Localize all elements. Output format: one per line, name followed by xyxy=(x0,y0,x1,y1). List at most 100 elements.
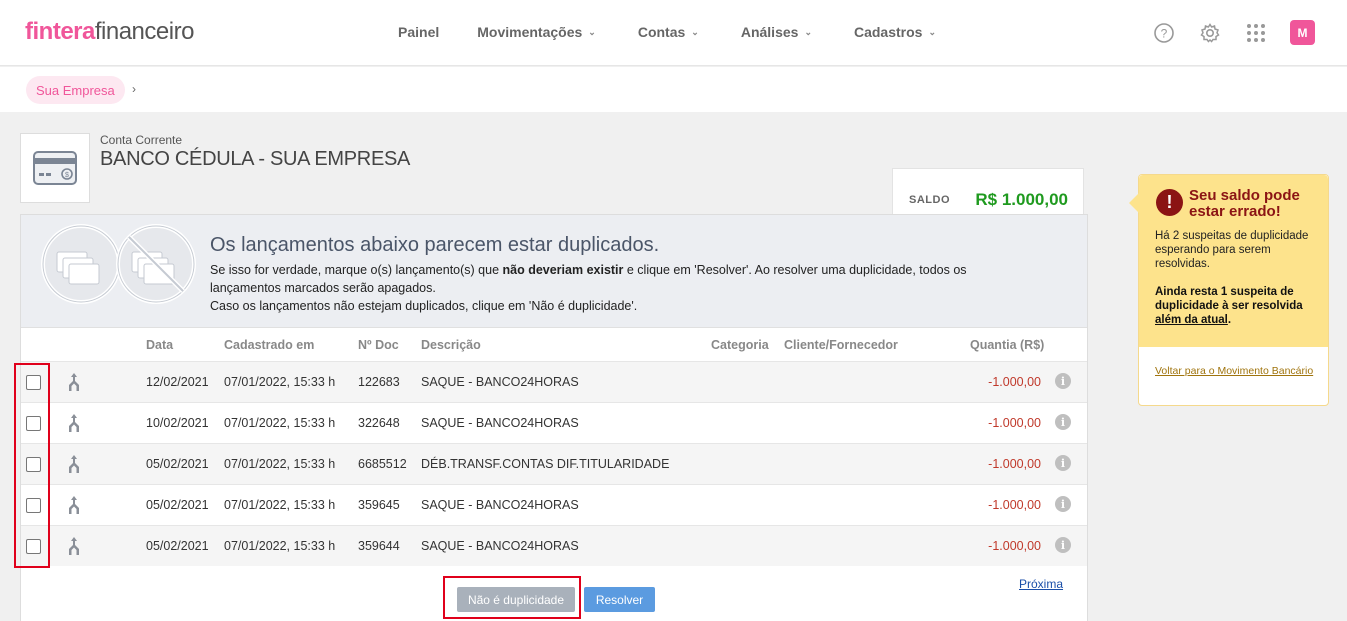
apps-grid-icon[interactable] xyxy=(1244,21,1268,45)
col-quantia: Quantia (R$) xyxy=(970,338,1045,352)
menu-item-label: Análises xyxy=(740,24,799,40)
menu-item-label: Movimentações xyxy=(477,24,583,40)
warning-title: Seu saldo pode estar errado! xyxy=(1189,187,1300,220)
avatar[interactable]: M xyxy=(1290,20,1315,45)
checkbox-highlight xyxy=(14,363,50,568)
chevron-down-icon: ⌄ xyxy=(588,26,596,37)
breadcrumb-separator: › xyxy=(132,82,136,96)
cell-quantia: -1.000,00 xyxy=(988,375,1041,389)
cell-data: 05/02/2021 xyxy=(146,539,209,553)
menu-item-contas[interactable]: Contas ⌄ xyxy=(638,24,699,40)
cell-descricao: SAQUE - BANCO24HORAS xyxy=(421,498,579,512)
duplicates-panel: Os lançamentos abaixo parecem estar dupl… xyxy=(20,214,1088,621)
saldo-box: SALDO R$ 1.000,00 xyxy=(892,168,1084,215)
menu-item-cadastros[interactable]: Cadastros ⌄ xyxy=(854,24,936,40)
warning-arrow xyxy=(1129,193,1139,213)
banner-title: Os lançamentos abaixo parecem estar dupl… xyxy=(210,234,660,256)
table-row: 10/02/2021 07/01/2022, 15:33 h 322648 SA… xyxy=(21,402,1087,443)
info-icon[interactable]: i xyxy=(1055,455,1071,471)
top-navbar: finterafinanceiro Painel Movimentações ⌄ … xyxy=(0,0,1347,66)
col-cliente: Cliente/Fornecedor xyxy=(784,338,898,352)
main-menu: Painel Movimentações ⌄ Contas ⌄ Análises ⌄ … xyxy=(398,24,936,40)
menu-item-label: Painel xyxy=(398,24,440,40)
cell-data: 10/02/2021 xyxy=(146,416,209,430)
cell-descricao: SAQUE - BANCO24HORAS xyxy=(421,539,579,553)
duplicate-money-icon xyxy=(41,222,201,311)
account-type: Conta Corrente xyxy=(100,133,183,147)
cell-doc: 359644 xyxy=(358,539,400,553)
info-icon[interactable]: i xyxy=(1055,373,1071,389)
split-icon[interactable] xyxy=(66,455,82,476)
menu-item-analises[interactable]: Análises ⌄ xyxy=(741,24,812,40)
chevron-down-icon: ⌄ xyxy=(691,26,699,37)
warning-text-2-a: Ainda resta 1 suspeita de duplicidade à … xyxy=(1155,286,1303,312)
table-row: 05/02/2021 07/01/2022, 15:33 h 359644 SA… xyxy=(21,525,1087,566)
split-icon[interactable] xyxy=(66,496,82,517)
voltar-movimento-link[interactable]: Voltar para o Movimento Bancário xyxy=(1155,365,1315,377)
cell-quantia: -1.000,00 xyxy=(988,539,1041,553)
brand-name-bold: fintera xyxy=(25,18,95,45)
banner-text: Se isso for verdade, marque o(s) lançame… xyxy=(210,261,1030,315)
banner-line1-bold: não deveriam existir xyxy=(502,263,624,277)
duplicates-banner: Os lançamentos abaixo parecem estar dupl… xyxy=(21,215,1087,328)
info-icon[interactable]: i xyxy=(1055,414,1071,430)
cell-data: 05/02/2021 xyxy=(146,498,209,512)
split-icon[interactable] xyxy=(66,414,82,435)
cell-doc: 322648 xyxy=(358,416,400,430)
cell-doc: 6685512 xyxy=(358,457,407,471)
col-doc: Nº Doc xyxy=(358,338,399,352)
saldo-value: R$ 1.000,00 xyxy=(975,190,1068,209)
top-icons: ? M xyxy=(1130,20,1315,45)
cell-descricao: DÉB.TRANSF.CONTAS DIF.TITULARIDADE xyxy=(421,457,670,471)
table-header: Data Cadastrado em Nº Doc Descrição Cate… xyxy=(21,329,1087,361)
alert-icon: ! xyxy=(1156,189,1183,216)
banner-line2: Caso os lançamentos não estejam duplicad… xyxy=(210,299,638,313)
warning-text-2: Ainda resta 1 suspeita de duplicidade à … xyxy=(1155,285,1323,327)
cell-cadastrado: 07/01/2022, 15:33 h xyxy=(224,416,336,430)
breadcrumb-item-sua-empresa[interactable]: Sua Empresa xyxy=(26,76,125,104)
chevron-down-icon: ⌄ xyxy=(804,26,812,37)
help-icon[interactable]: ? xyxy=(1152,21,1176,45)
proxima-link[interactable]: Próxima xyxy=(1019,577,1063,591)
cell-cadastrado: 07/01/2022, 15:33 h xyxy=(224,457,336,471)
col-descricao: Descrição xyxy=(421,338,481,352)
menu-item-label: Cadastros xyxy=(853,24,923,40)
info-icon[interactable]: i xyxy=(1055,496,1071,512)
warning-text-2-underline: além da atual xyxy=(1155,314,1228,326)
resolver-button[interactable]: Resolver xyxy=(584,587,655,612)
cell-quantia: -1.000,00 xyxy=(988,457,1041,471)
gear-icon[interactable] xyxy=(1198,21,1222,45)
cell-quantia: -1.000,00 xyxy=(988,416,1041,430)
info-icon[interactable]: i xyxy=(1055,537,1071,553)
col-data: Data xyxy=(146,338,174,352)
brand-logo[interactable]: finterafinanceiro xyxy=(25,18,194,46)
menu-item-painel[interactable]: Painel xyxy=(398,24,439,40)
cell-doc: 122683 xyxy=(358,375,400,389)
account-name: BANCO CÉDULA - SUA EMPRESA xyxy=(100,148,411,170)
table-row: 05/02/2021 07/01/2022, 15:33 h 359645 SA… xyxy=(21,484,1087,525)
split-icon[interactable] xyxy=(66,537,82,558)
cell-cadastrado: 07/01/2022, 15:33 h xyxy=(224,539,336,553)
cell-cadastrado: 07/01/2022, 15:33 h xyxy=(224,498,336,512)
brand-name-light: financeiro xyxy=(94,18,195,45)
split-icon[interactable] xyxy=(66,373,82,394)
menu-item-movimentacoes[interactable]: Movimentações ⌄ xyxy=(477,24,596,40)
warning-top: ! Seu saldo pode estar errado! Há 2 susp… xyxy=(1139,175,1328,347)
cell-doc: 359645 xyxy=(358,498,400,512)
table-row: 12/02/2021 07/01/2022, 15:33 h 122683 SA… xyxy=(21,361,1087,402)
warning-card: ! Seu saldo pode estar errado! Há 2 susp… xyxy=(1129,174,1329,406)
menu-item-label: Contas xyxy=(637,24,686,40)
breadcrumb: Sua Empresa › xyxy=(0,67,1347,112)
chevron-down-icon: ⌄ xyxy=(928,26,936,37)
saldo-label: SALDO xyxy=(909,194,950,206)
warning-text-2-b: . xyxy=(1227,314,1232,326)
warning-text-1: Há 2 suspeitas de duplicidade esperando … xyxy=(1155,230,1309,270)
svg-text:?: ? xyxy=(1161,26,1168,40)
button-highlight xyxy=(443,576,581,619)
cell-data: 12/02/2021 xyxy=(146,375,209,389)
cell-descricao: SAQUE - BANCO24HORAS xyxy=(421,416,579,430)
table-row: 05/02/2021 07/01/2022, 15:33 h 6685512 D… xyxy=(21,443,1087,484)
svg-text:$: $ xyxy=(65,172,69,179)
banner-line1-a: Se isso for verdade, marque o(s) lançame… xyxy=(210,263,503,277)
cell-quantia: -1.000,00 xyxy=(988,498,1041,512)
